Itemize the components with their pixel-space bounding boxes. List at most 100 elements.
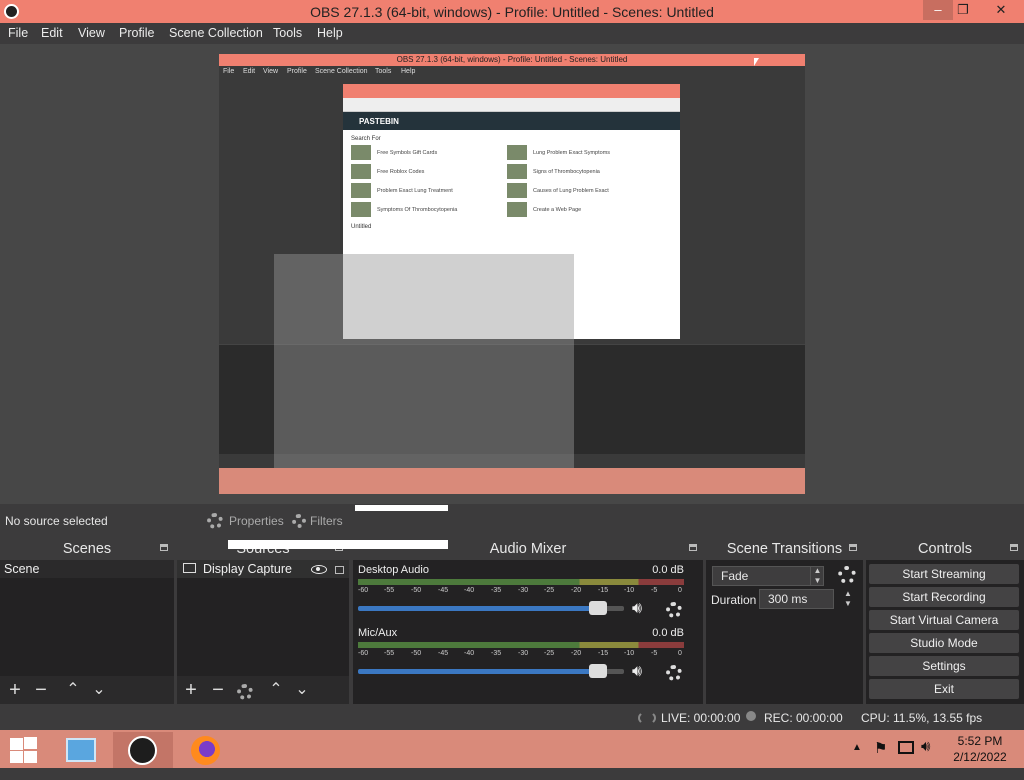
undock-icon[interactable] — [849, 544, 857, 551]
menu-tools[interactable]: Tools — [273, 26, 302, 40]
control-panel-icon[interactable] — [52, 732, 112, 768]
menu-view[interactable]: View — [78, 26, 105, 40]
visibility-eye-icon[interactable] — [311, 565, 327, 574]
nested-menu-item: Help — [401, 68, 416, 75]
link-text: Lung Problem Exact Symptoms — [533, 149, 611, 156]
add-scene-icon[interactable]: + — [5, 680, 25, 700]
start-virtual-camera-button[interactable]: Start Virtual Camera — [869, 610, 1019, 630]
remove-scene-icon[interactable]: − — [31, 680, 51, 700]
remove-source-icon[interactable]: − — [208, 680, 228, 700]
add-source-icon[interactable]: + — [181, 680, 201, 700]
nested-menu-item: File — [223, 68, 235, 75]
link-row: Symptoms Of Thrombocytopenia Create a We… — [351, 201, 672, 218]
undock-icon[interactable] — [1010, 544, 1018, 551]
monitor-icon — [183, 563, 196, 573]
channel-settings-gear-icon[interactable] — [666, 602, 682, 618]
controls-dock: Controls Start Streaming Start Recording… — [866, 538, 1024, 704]
transition-select[interactable]: Fade — [712, 566, 824, 586]
move-down-icon[interactable]: ⌄ — [89, 680, 109, 700]
duration-spinner-icon[interactable]: ▲ ▼ — [841, 589, 855, 609]
tick-label: -60 — [358, 587, 369, 594]
speaker-mute-icon[interactable]: 🔊︎ — [632, 663, 642, 681]
filter-icon — [292, 514, 306, 528]
title-bar: OBS 27.1.3 (64-bit, windows) - Profile: … — [0, 0, 1024, 23]
scene-list-item[interactable]: Scene — [0, 560, 174, 578]
link-thumbnail — [507, 164, 527, 179]
rec-timer: REC: 00:00:00 — [764, 711, 843, 725]
source-properties-icon[interactable] — [237, 684, 253, 700]
channel-name: Mic/Aux — [358, 627, 398, 639]
menu-edit[interactable]: Edit — [41, 26, 63, 40]
flag-icon[interactable]: ⚑ — [874, 739, 887, 777]
tick-label: -30 — [518, 587, 529, 594]
settings-button[interactable]: Settings — [869, 656, 1019, 676]
tick-label: -10 — [624, 650, 635, 657]
nested-menu-item: View — [263, 68, 279, 75]
tray-overflow-icon[interactable]: ▲ — [852, 742, 862, 780]
channel-settings-gear-icon[interactable] — [666, 665, 682, 681]
undock-icon[interactable] — [689, 544, 697, 551]
properties-label: Properties — [229, 514, 284, 528]
move-up-icon[interactable]: ⌃ — [266, 680, 286, 700]
obs-taskbar-icon[interactable] — [113, 732, 173, 768]
scenes-toolbar: + − ⌃ ⌄ — [0, 676, 174, 704]
sources-dock: Sources Display Capture + − ⌃ ⌄ — [177, 538, 349, 704]
tick-label: -5 — [651, 587, 658, 594]
browser-tabstrip — [343, 84, 680, 98]
filters-button[interactable]: Filters — [290, 509, 343, 533]
controls-header: Controls — [866, 538, 1024, 560]
maximize-button[interactable]: ❐ — [948, 0, 978, 20]
controls-title: Controls — [918, 541, 972, 557]
link-row: Free Symbols Gift Cards Lung Problem Exa… — [351, 144, 672, 161]
fader-handle[interactable] — [588, 664, 607, 678]
broadcast-antenna-icon — [638, 711, 656, 725]
record-dot-icon — [746, 711, 756, 721]
close-button[interactable]: ✕ — [983, 0, 1019, 20]
nested-menu-item: Scene Collection — [315, 68, 368, 75]
studio-mode-button[interactable]: Studio Mode — [869, 633, 1019, 653]
tick-label: -55 — [384, 587, 395, 594]
menu-help[interactable]: Help — [317, 26, 343, 40]
recursive-capture-ghost — [274, 254, 574, 494]
transition-settings-gear-icon[interactable] — [838, 566, 856, 584]
network-icon[interactable] — [898, 741, 914, 754]
link-text: Create a Web Page — [533, 206, 582, 213]
menu-profile[interactable]: Profile — [119, 26, 154, 40]
nested-menu-item: Edit — [243, 68, 256, 75]
tick-label: 0 — [678, 587, 682, 594]
volume-fader[interactable] — [358, 664, 624, 678]
windows-start-icon[interactable] — [8, 737, 38, 763]
no-source-label: No source selected — [5, 514, 108, 528]
start-recording-button[interactable]: Start Recording — [869, 587, 1019, 607]
move-up-icon[interactable]: ⌃ — [63, 680, 83, 700]
link-text: Free Symbols Gift Cards — [377, 149, 438, 156]
volume-icon[interactable]: 🔊︎ — [921, 738, 930, 776]
tick-label: 0 — [678, 650, 682, 657]
undock-icon[interactable] — [160, 544, 168, 551]
fader-handle[interactable] — [588, 601, 607, 615]
source-list-item[interactable]: Display Capture — [177, 560, 349, 578]
meter-ticks: -60 -55 -50 -45 -40 -35 -30 -25 -20 -15 … — [358, 650, 684, 660]
tick-label: -25 — [544, 650, 555, 657]
exit-button[interactable]: Exit — [869, 679, 1019, 699]
pastebin-header: PASTEBIN — [343, 112, 680, 130]
select-spinner-icon[interactable]: ▲ ▼ — [810, 566, 824, 586]
tick-label: -45 — [438, 650, 449, 657]
speaker-mute-icon[interactable]: 🔊︎ — [632, 600, 642, 618]
clock-date: 2/12/2022 — [953, 750, 1007, 764]
volume-fader[interactable] — [358, 601, 624, 615]
firefox-icon[interactable] — [175, 732, 235, 768]
move-down-icon[interactable]: ⌄ — [292, 680, 312, 700]
menu-scene-collection[interactable]: Scene Collection — [169, 26, 263, 40]
link-thumbnail — [351, 164, 371, 179]
status-bar: LIVE: 00:00:00 REC: 00:00:00 CPU: 11.5%,… — [0, 704, 1024, 730]
duration-input[interactable]: 300 ms — [759, 589, 834, 609]
menu-file[interactable]: File — [8, 26, 28, 40]
paste-title: Untitled — [351, 224, 372, 230]
lock-icon[interactable] — [335, 566, 344, 574]
taskbar-clock[interactable]: 5:52 PM 2/12/2022 — [940, 733, 1020, 765]
live-timer: LIVE: 00:00:00 — [661, 711, 741, 725]
properties-button[interactable]: Properties — [205, 509, 284, 533]
tick-label: -35 — [491, 587, 502, 594]
start-streaming-button[interactable]: Start Streaming — [869, 564, 1019, 584]
